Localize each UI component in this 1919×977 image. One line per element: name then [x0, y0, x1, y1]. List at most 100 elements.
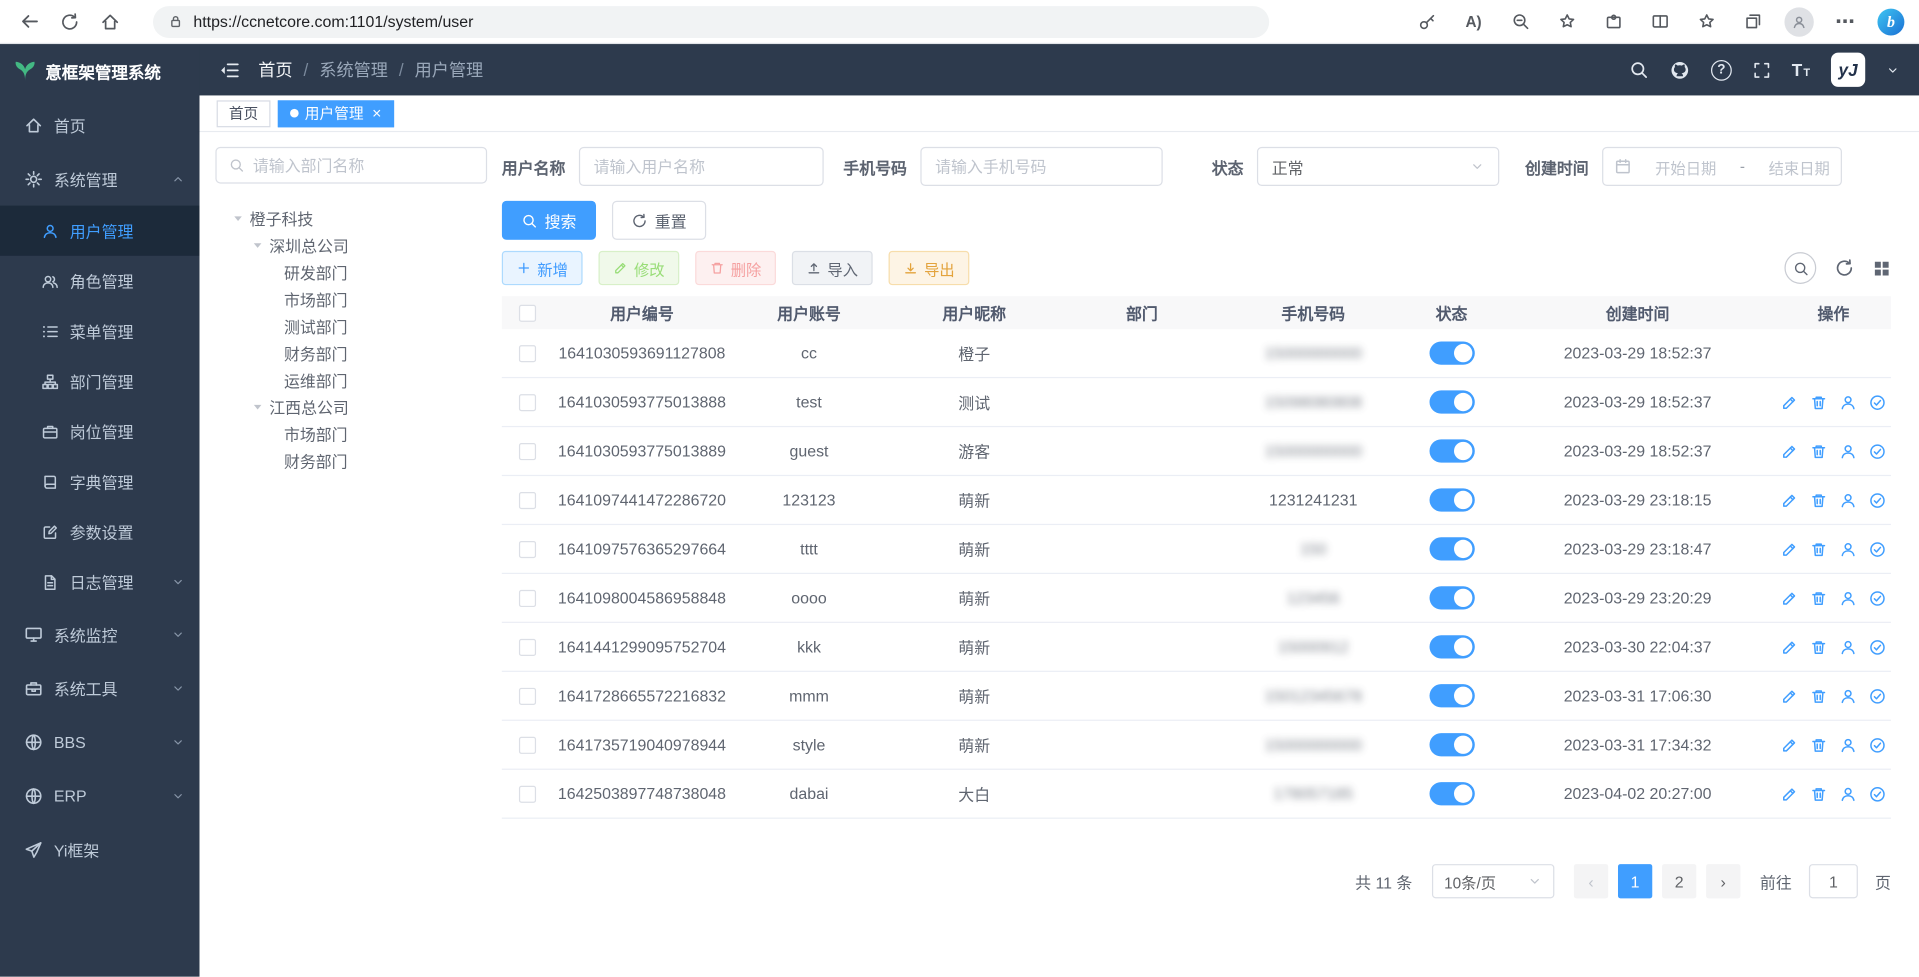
- assign-role-icon[interactable]: [1869, 491, 1886, 508]
- refresh-table-button[interactable]: [1835, 258, 1855, 278]
- sidebar-item-role-mgmt[interactable]: 角色管理: [0, 256, 199, 306]
- status-toggle[interactable]: [1429, 488, 1474, 511]
- delete-icon[interactable]: [1810, 736, 1827, 753]
- breadcrumb-system-mgmt[interactable]: 系统管理: [319, 58, 388, 82]
- page-size-select[interactable]: 10条/页: [1432, 864, 1554, 898]
- status-toggle[interactable]: [1429, 684, 1474, 707]
- sidebar-item-erp[interactable]: ERP: [0, 769, 199, 823]
- import-button[interactable]: 导入: [792, 251, 873, 285]
- close-icon[interactable]: ×: [372, 105, 381, 121]
- search-icon[interactable]: [1629, 60, 1649, 80]
- assign-role-icon[interactable]: [1869, 540, 1886, 557]
- chevron-down-icon[interactable]: [1886, 63, 1899, 76]
- delete-icon[interactable]: [1810, 638, 1827, 655]
- row-checkbox[interactable]: [519, 442, 536, 459]
- delete-button[interactable]: 删除: [695, 251, 776, 285]
- fullscreen-icon[interactable]: [1753, 61, 1771, 79]
- tab-home[interactable]: 首页: [217, 100, 271, 127]
- sidebar-item-home[interactable]: 首页: [0, 98, 199, 152]
- delete-icon[interactable]: [1810, 589, 1827, 606]
- assign-role-icon[interactable]: [1869, 687, 1886, 704]
- sidebar-fold-icon[interactable]: [219, 59, 240, 80]
- phone-input[interactable]: [920, 147, 1162, 186]
- assign-role-icon[interactable]: [1869, 589, 1886, 606]
- back-icon[interactable]: [15, 7, 44, 36]
- delete-icon[interactable]: [1810, 393, 1827, 410]
- dept-tree-node[interactable]: 橙子科技: [215, 204, 487, 231]
- tab-user-mgmt[interactable]: 用户管理 ×: [278, 100, 394, 127]
- delete-icon[interactable]: [1810, 540, 1827, 557]
- dept-tree-node[interactable]: 运维部门: [215, 366, 487, 393]
- edit-icon[interactable]: [1781, 491, 1798, 508]
- row-checkbox[interactable]: [519, 345, 536, 362]
- refresh-icon[interactable]: [55, 7, 84, 36]
- reset-button[interactable]: 重置: [612, 201, 706, 240]
- extensions-icon[interactable]: [1598, 7, 1627, 36]
- dept-tree-node[interactable]: 市场部门: [215, 285, 487, 312]
- github-icon[interactable]: [1669, 59, 1690, 80]
- font-size-icon[interactable]: TT: [1792, 61, 1810, 78]
- add-button[interactable]: 新增: [502, 251, 583, 285]
- delete-icon[interactable]: [1810, 687, 1827, 704]
- status-toggle[interactable]: [1429, 390, 1474, 413]
- toggle-search-button[interactable]: [1784, 252, 1816, 284]
- page-button-1[interactable]: 1: [1618, 864, 1652, 898]
- assign-role-icon[interactable]: [1869, 393, 1886, 410]
- row-checkbox[interactable]: [519, 687, 536, 704]
- reset-password-icon[interactable]: [1840, 687, 1857, 704]
- status-toggle[interactable]: [1429, 733, 1474, 756]
- reset-password-icon[interactable]: [1840, 736, 1857, 753]
- edit-icon[interactable]: [1781, 589, 1798, 606]
- select-all-checkbox[interactable]: [519, 304, 536, 321]
- dept-tree-node[interactable]: 财务部门: [215, 447, 487, 474]
- reset-password-icon[interactable]: [1840, 491, 1857, 508]
- edit-icon[interactable]: [1781, 393, 1798, 410]
- address-bar[interactable]: https://ccnetcore.com:1101/system/user: [153, 6, 1269, 38]
- edit-icon[interactable]: [1781, 442, 1798, 459]
- sidebar-item-system-monitor[interactable]: 系统监控: [0, 607, 199, 661]
- sidebar-item-user-mgmt[interactable]: 用户管理: [0, 206, 199, 256]
- sidebar-item-dict-mgmt[interactable]: 字典管理: [0, 457, 199, 507]
- username-input[interactable]: [579, 147, 824, 186]
- assign-role-icon[interactable]: [1869, 638, 1886, 655]
- status-select[interactable]: 正常: [1257, 147, 1499, 186]
- reset-password-icon[interactable]: [1840, 638, 1857, 655]
- profile-avatar[interactable]: [1784, 7, 1813, 36]
- dept-search-box[interactable]: [215, 147, 487, 184]
- edit-icon[interactable]: [1781, 638, 1798, 655]
- app-logo[interactable]: 意框架管理系统: [0, 44, 199, 98]
- sidebar-item-yi-framework[interactable]: Yi框架: [0, 822, 199, 876]
- dept-tree-node[interactable]: 市场部门: [215, 420, 487, 447]
- copilot-icon[interactable]: b: [1877, 8, 1904, 35]
- page-button-2[interactable]: 2: [1662, 864, 1696, 898]
- assign-role-icon[interactable]: [1869, 785, 1886, 802]
- status-toggle[interactable]: [1429, 586, 1474, 609]
- column-settings-button[interactable]: [1873, 259, 1891, 277]
- sidebar-item-log-mgmt[interactable]: 日志管理: [0, 557, 199, 607]
- caret-down-icon[interactable]: [247, 238, 267, 251]
- url-text[interactable]: https://ccnetcore.com:1101/system/user: [193, 12, 473, 30]
- status-toggle[interactable]: [1429, 341, 1474, 364]
- key-icon[interactable]: [1412, 7, 1441, 36]
- edit-icon[interactable]: [1781, 687, 1798, 704]
- status-toggle[interactable]: [1429, 782, 1474, 805]
- row-checkbox[interactable]: [519, 540, 536, 557]
- dept-tree-node[interactable]: 财务部门: [215, 339, 487, 366]
- status-toggle[interactable]: [1429, 537, 1474, 560]
- dept-tree-node[interactable]: 深圳总公司: [215, 231, 487, 258]
- zoom-out-icon[interactable]: [1505, 7, 1534, 36]
- collections-icon[interactable]: [1738, 7, 1767, 36]
- reset-password-icon[interactable]: [1840, 442, 1857, 459]
- user-avatar[interactable]: yJ: [1831, 53, 1865, 87]
- edit-icon[interactable]: [1781, 785, 1798, 802]
- assign-role-icon[interactable]: [1869, 736, 1886, 753]
- status-toggle[interactable]: [1429, 439, 1474, 462]
- dept-tree-node[interactable]: 研发部门: [215, 258, 487, 285]
- prev-page-button[interactable]: ‹: [1574, 864, 1608, 898]
- read-aloud-icon[interactable]: A): [1459, 7, 1488, 36]
- sidebar-item-bbs[interactable]: BBS: [0, 715, 199, 769]
- reset-password-icon[interactable]: [1840, 785, 1857, 802]
- delete-icon[interactable]: [1810, 442, 1827, 459]
- edit-button[interactable]: 修改: [599, 251, 680, 285]
- page-goto-input[interactable]: [1809, 864, 1858, 898]
